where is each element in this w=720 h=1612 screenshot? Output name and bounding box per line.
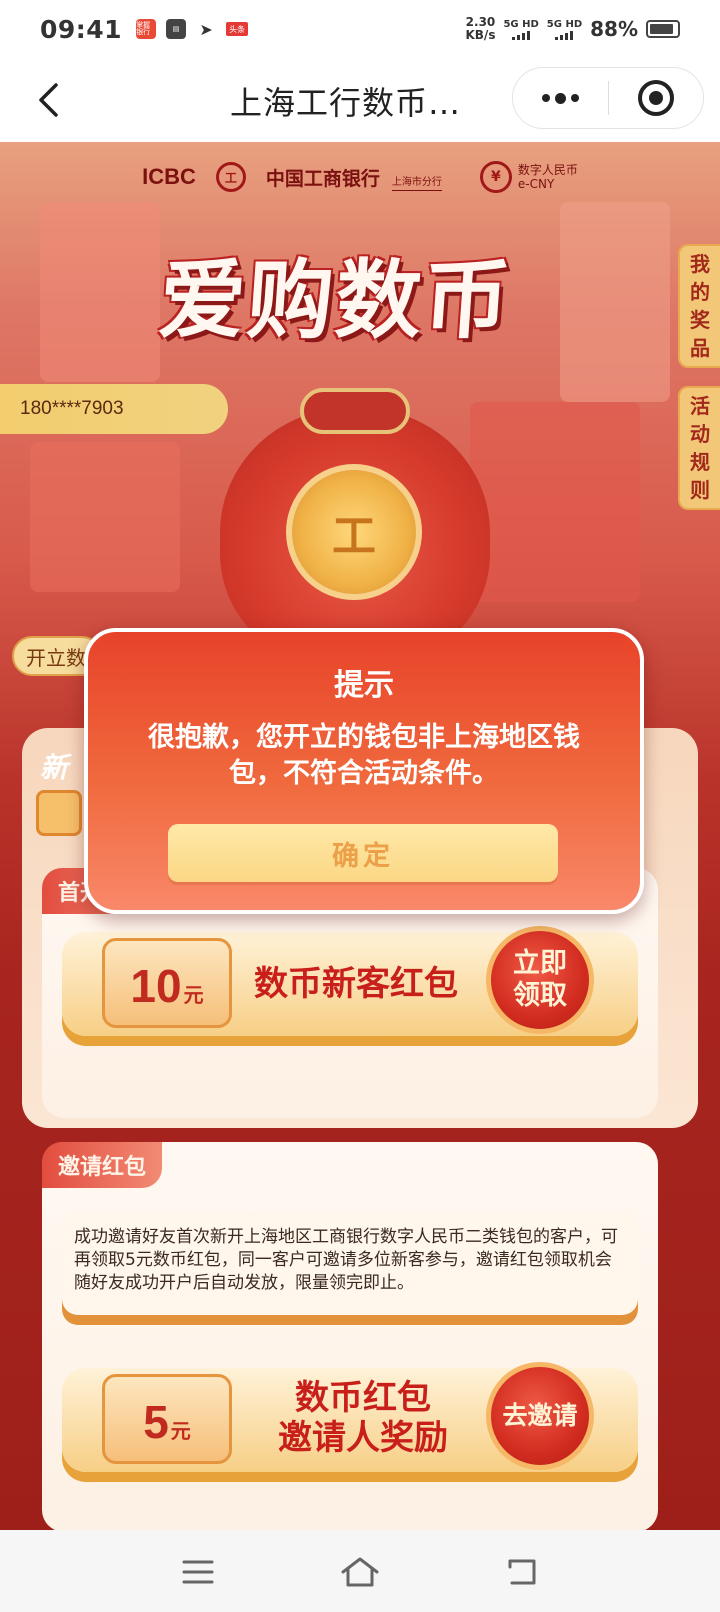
signal-sim1: 5G HD [503,18,539,40]
ecny-logo-icon: ¥ [479,161,512,193]
side-tab-char: 则 [690,478,710,502]
my-prizes-tab[interactable]: 我 的 奖 品 [678,244,720,368]
ecny-cn: 数字人民币 [517,163,578,177]
signal-bars-icon [503,30,538,40]
battery-percent: 88% [590,17,638,41]
brand-header: ICBC 工 中国工商银行 上海市分行 ¥ 数字人民币 e-CNY [0,152,720,202]
page-title: 上海工行数币… [230,84,462,122]
side-tab-char: 我 [690,252,710,276]
invite-coupon-title-line1: 数币红包 [295,1378,431,1418]
menu-icon [182,1560,214,1584]
side-tab-char: 动 [690,422,710,446]
side-tab-char: 活 [690,394,710,418]
more-dots-icon [571,94,579,102]
coupon-amount-unit: 元 [170,1419,191,1443]
coupon-amount-value: 5 [143,1396,169,1448]
signal-bars-icon [547,30,582,40]
more-dots-icon [555,92,566,104]
mini-program-nav-bar: 上海工行数币… [0,58,720,142]
ecny-en: e-CNY [517,177,555,191]
confirm-button[interactable]: 确定 [168,824,558,882]
chevron-left-icon [39,83,58,117]
send-icon: ➤ [199,19,213,39]
alert-dialog: 提示 很抱歉，您开立的钱包非上海地区钱包，不符合活动条件。 确定 [84,628,644,914]
side-tab-char: 奖 [690,308,710,332]
coupon-title: 数币新客红包 [254,964,458,1004]
coupon-amount-unit: 元 [183,983,204,1007]
status-notification-icons: 掌握银行 ▤ ➤ 头条 [136,19,249,39]
user-phone-badge: 180****7903 [0,384,228,434]
branch-name: 上海市分行 [391,173,442,191]
icbc-logo-icon: 工 [215,162,246,192]
system-nav-bar [0,1530,720,1612]
signal-sim1-label: 5G HD [503,18,539,30]
target-close-icon [637,80,674,116]
status-bar: 09:41 掌握银行 ▤ ➤ 头条 2.30 KB/s 5G HD 5G HD … [0,0,720,58]
coin-icon: 工 [286,464,422,600]
coupon-amount-value: 10 [130,960,182,1012]
home-button[interactable] [338,1550,382,1594]
bank-name: 中国工商银行 [265,167,380,190]
coupon-amount: 10 元 [102,938,232,1028]
dialog-message: 很抱歉，您开立的钱包非上海地区钱包，不符合活动条件。 [148,722,580,789]
more-button[interactable] [513,68,608,128]
status-time: 09:41 [40,14,123,44]
side-tab-char: 品 [690,336,710,360]
more-dots-icon [542,94,550,102]
ecny-brand: ¥ 数字人民币 e-CNY [479,161,578,193]
background-building [30,442,180,592]
bank-app-icon: 掌握银行 [136,19,157,39]
calendar-check-icon [36,790,82,836]
go-invite-button[interactable]: 去邀请 [486,1362,594,1470]
ecny-text: 数字人民币 e-CNY [518,163,578,191]
new-customer-coupon: 10 元 数币新客红包 立即领取 [62,926,638,1036]
side-tab-char: 规 [690,450,710,474]
dialog-title: 提示 [334,668,394,703]
invite-coupon-title-line2: 邀请人奖励 [278,1418,448,1458]
hero-title: 爱购数币 [155,251,515,351]
activity-rules-tab[interactable]: 活 动 规 则 [678,386,720,510]
invite-coupon: 5 元 数币红包 邀请人奖励 去邀请 [62,1362,638,1472]
close-mini-program-button[interactable] [609,68,703,128]
battery-icon [646,20,680,38]
network-speed: 2.30 KB/s [465,16,495,42]
icbc-wordmark: ICBC [142,164,196,189]
section-header-partial: 新 [40,751,69,784]
claim-now-button[interactable]: 立即领取 [486,926,594,1034]
invite-description: 成功邀请好友首次新开上海地区工商银行数字人民币二类钱包的客户，可再领取5元数币红… [62,1212,638,1315]
menu-button[interactable] [176,1550,220,1594]
background-building [470,402,640,602]
signal-sim2-label: 5G HD [546,18,583,30]
calendar-app-icon: ▤ [166,19,187,39]
coupon-amount: 5 元 [102,1374,232,1464]
background-building [40,202,160,382]
return-icon [508,1559,536,1585]
signal-sim2: 5G HD [547,19,582,40]
back-button[interactable] [26,78,70,122]
network-speed-unit: KB/s [465,28,496,42]
status-right: 2.30 KB/s 5G HD 5G HD 88% [465,16,680,42]
background-building [560,202,670,402]
money-bag-knot [300,388,410,434]
mini-program-capsule [512,67,704,129]
home-icon [341,1557,379,1587]
side-tab-char: 的 [690,280,710,304]
toutiao-app-icon: 头条 [226,22,249,36]
invite-coupon-title: 数币红包 邀请人奖励 [258,1378,468,1458]
back-nav-button[interactable] [500,1550,544,1594]
invite-tag: 邀请红包 [42,1142,163,1188]
